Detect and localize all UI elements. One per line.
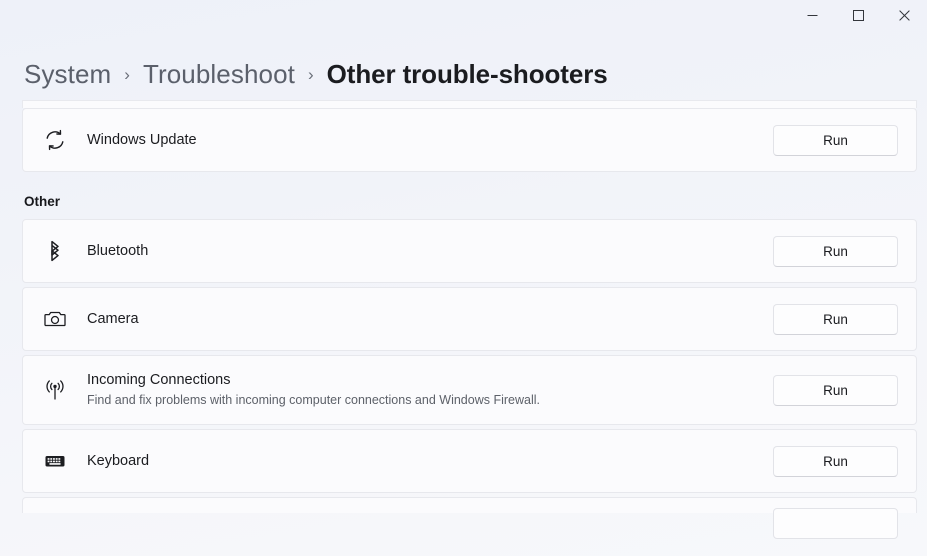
troubleshooter-row-bluetooth[interactable]: Bluetooth Run: [22, 219, 917, 283]
settings-window: System › Troubleshoot › Other trouble-sh…: [0, 0, 927, 556]
run-button-clipped[interactable]: [773, 508, 898, 539]
page-title: Other trouble-shooters: [326, 58, 608, 89]
next-card-clipped: [22, 497, 917, 539]
run-button[interactable]: Run: [773, 303, 898, 335]
minimize-button[interactable]: [789, 0, 835, 30]
run-button[interactable]: Run: [773, 374, 898, 406]
row-text: Windows Update: [87, 131, 773, 149]
troubleshooter-row-incoming-connections[interactable]: Incoming Connections Find and fix proble…: [22, 355, 917, 425]
row-text: Camera: [87, 310, 773, 328]
bluetooth-icon: [39, 235, 71, 267]
row-title: Bluetooth: [87, 242, 149, 259]
row-title: Windows Update: [87, 131, 197, 148]
row-description: Find and fix problems with incoming comp…: [87, 393, 540, 408]
row-text: Keyboard: [87, 452, 773, 470]
breadcrumb-separator-icon: ›: [124, 65, 130, 84]
run-button[interactable]: Run: [773, 445, 898, 477]
row-title: Incoming Connections: [87, 372, 231, 389]
troubleshooter-row-windows-update[interactable]: Windows Update Run: [22, 108, 917, 172]
maximize-button[interactable]: [835, 0, 881, 30]
close-icon: [898, 9, 910, 21]
breadcrumb-item-system[interactable]: System: [24, 59, 111, 90]
previous-card-clipped: [22, 100, 917, 108]
run-button[interactable]: Run: [773, 124, 898, 156]
keyboard-icon: [39, 445, 71, 477]
section-header-other: Other: [24, 194, 61, 209]
breadcrumb: System › Troubleshoot › Other trouble-sh…: [24, 54, 608, 94]
minimize-icon: [807, 10, 818, 21]
run-button[interactable]: Run: [773, 235, 898, 267]
troubleshooter-row-keyboard[interactable]: Keyboard Run: [22, 429, 917, 493]
troubleshooter-row-camera[interactable]: Camera Run: [22, 287, 917, 351]
row-title: Keyboard: [87, 452, 150, 469]
sync-refresh-icon: [39, 124, 71, 156]
row-text: Bluetooth: [87, 242, 773, 260]
close-button[interactable]: [881, 0, 927, 30]
title-bar: [0, 0, 927, 30]
row-text: Incoming Connections Find and fix proble…: [87, 371, 773, 408]
row-title: Camera: [87, 310, 139, 327]
camera-icon: [39, 303, 71, 335]
broadcast-antenna-icon: [39, 374, 71, 406]
breadcrumb-item-troubleshoot[interactable]: Troubleshoot: [143, 59, 295, 90]
maximize-icon: [852, 9, 864, 21]
troubleshooter-list[interactable]: Windows Update Run Other Bluetooth Run C…: [0, 100, 927, 556]
breadcrumb-separator-icon: ›: [307, 65, 314, 84]
